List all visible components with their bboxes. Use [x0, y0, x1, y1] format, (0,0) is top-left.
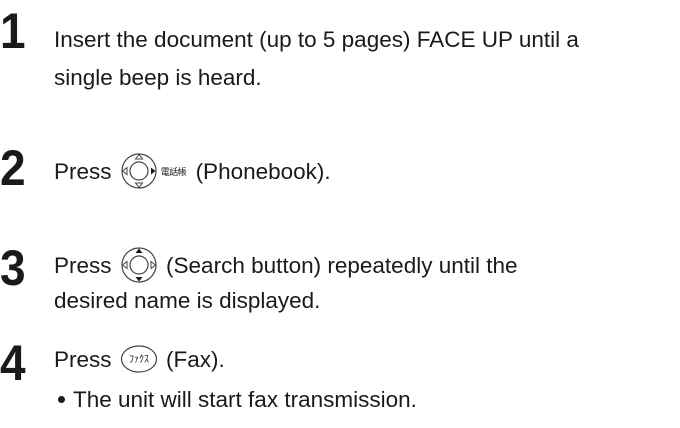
step-number: 2 — [0, 140, 26, 196]
phonebook-key-label: 電話帳 — [160, 167, 187, 178]
step-number: 3 — [0, 240, 26, 296]
step-text-line: single beep is heard. — [54, 65, 262, 90]
navigator-right-icon — [120, 152, 158, 190]
bullet-text: The unit will start fax transmission. — [73, 387, 417, 412]
bullet-dot-icon — [58, 395, 65, 403]
step-action-text: (Search button) repeatedly until the — [166, 253, 518, 278]
press-label: Press — [54, 159, 112, 184]
step-action-text: (Phonebook). — [195, 159, 331, 184]
press-label: Press — [54, 347, 112, 372]
step-action-text: (Fax). — [166, 347, 225, 372]
step-text-line: Insert the document (up to 5 pages) FACE… — [54, 27, 579, 52]
step-number: 1 — [0, 3, 26, 59]
step-text-line: Press (Search button) repeatedly until t… — [54, 246, 518, 286]
fax-button-icon: ﾌｧｸｽ — [120, 344, 158, 374]
navigator-up-down-icon — [120, 246, 158, 284]
bullet-item: The unit will start fax transmission. — [58, 385, 417, 415]
press-label: Press — [54, 253, 112, 278]
step-number: 4 — [0, 335, 26, 391]
fax-key-label: ﾌｧｸｽ — [129, 354, 149, 366]
step-text-line: Press ﾌｧｸｽ (Fax). — [54, 342, 225, 378]
step-text-line: desired name is displayed. — [54, 288, 321, 313]
step-text-line: Press 電話帳 (Phonebook). — [54, 152, 331, 192]
